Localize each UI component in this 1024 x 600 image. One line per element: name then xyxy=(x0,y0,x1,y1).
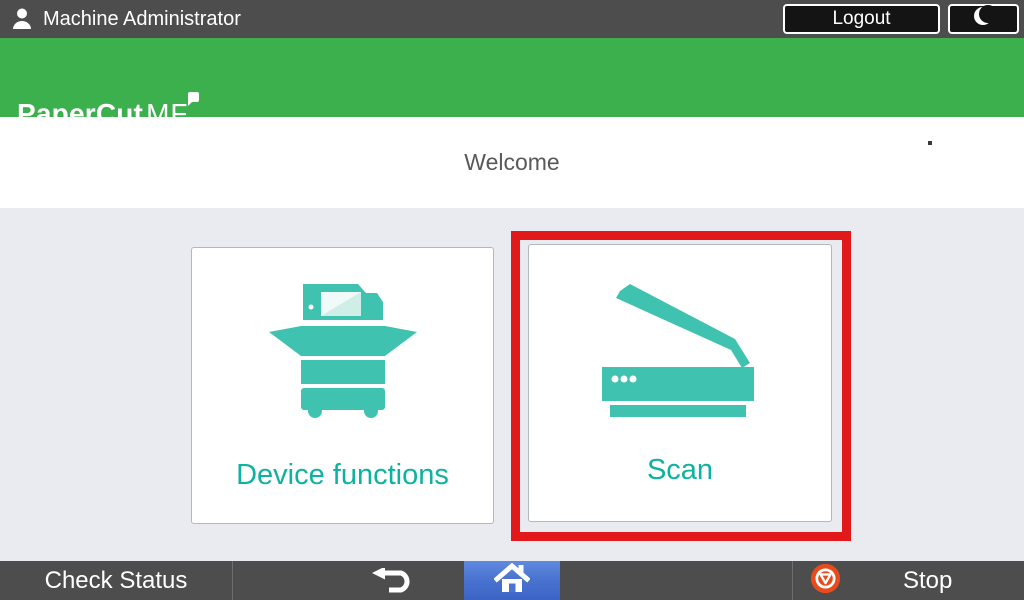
scan-label: Scan xyxy=(647,454,713,487)
papercut-flag-icon xyxy=(187,91,200,111)
top-bar: Machine Administrator Logout xyxy=(0,0,1024,38)
stop-button[interactable]: Stop xyxy=(793,561,1024,600)
stop-icon xyxy=(793,563,841,599)
device-functions-card[interactable]: Device functions xyxy=(191,247,494,524)
footer-bar: Check Status Stop xyxy=(0,561,1024,600)
content-area xyxy=(0,208,1024,561)
sleep-button[interactable] xyxy=(948,4,1019,34)
person-icon xyxy=(12,7,32,31)
copier-icon xyxy=(263,280,423,425)
device-functions-label: Device functions xyxy=(236,459,449,492)
welcome-banner: Welcome xyxy=(0,117,1024,208)
check-status-label: Check Status xyxy=(45,567,188,595)
moon-icon xyxy=(973,5,995,33)
scanner-icon xyxy=(590,279,770,424)
home-icon xyxy=(494,562,530,599)
scan-card[interactable]: Scan xyxy=(528,244,832,522)
back-button[interactable] xyxy=(233,561,464,600)
page-title: Welcome xyxy=(464,149,559,176)
logout-label: Logout xyxy=(832,8,890,30)
brand-header: PaperCut MF xyxy=(0,38,1024,117)
logout-button[interactable]: Logout xyxy=(783,4,940,34)
logged-in-user: Machine Administrator xyxy=(12,0,241,38)
user-name-label: Machine Administrator xyxy=(43,8,241,31)
stop-label: Stop xyxy=(903,567,952,595)
check-status-button[interactable]: Check Status xyxy=(0,561,232,600)
pixel-artifact-dot xyxy=(928,141,932,145)
home-button[interactable] xyxy=(464,561,560,600)
